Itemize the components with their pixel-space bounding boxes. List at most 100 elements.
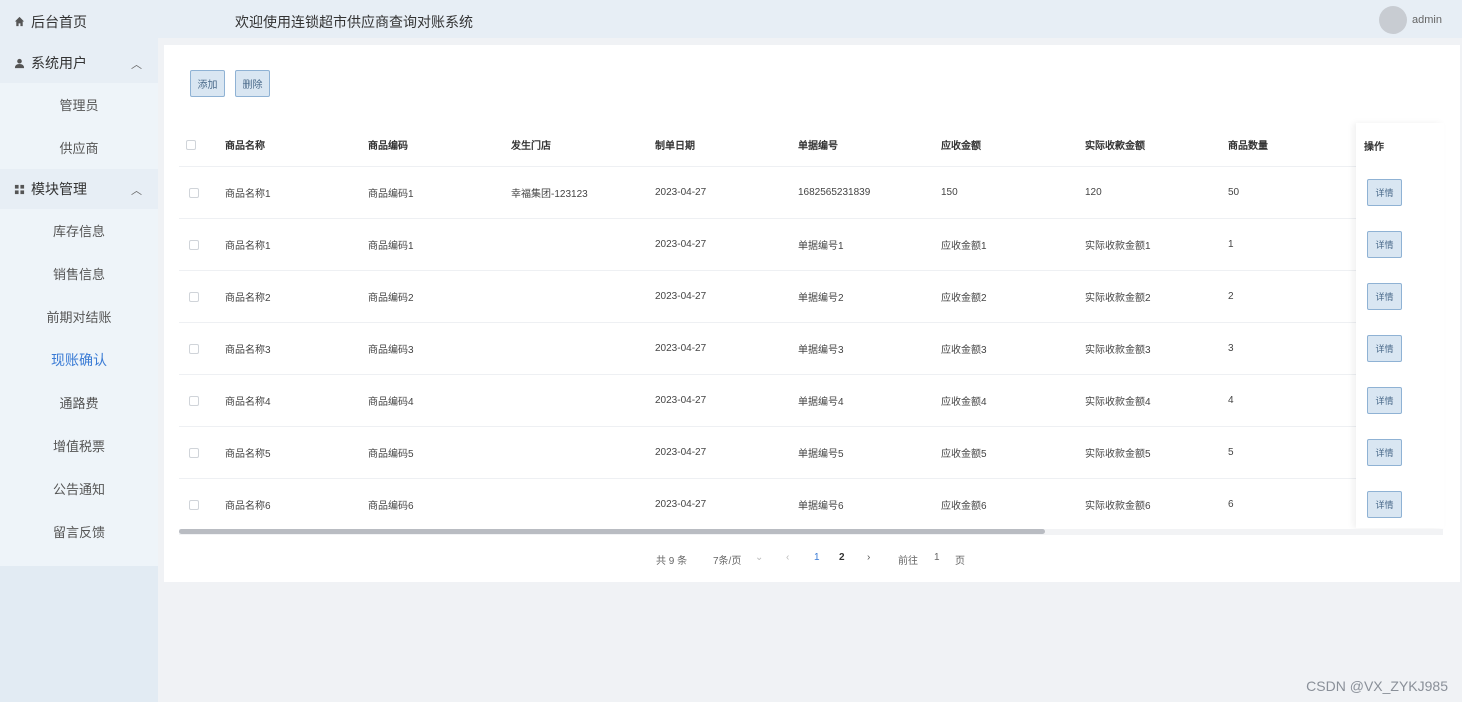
table-cell: 实际收款金额6 <box>1085 501 1151 512</box>
detail-button[interactable]: 详情 <box>1367 231 1402 258</box>
pagination-total: 共 9 条 <box>656 556 688 567</box>
goto-page-suffix: 页 <box>955 556 965 567</box>
sidebar-item-supplier[interactable]: 供应商 <box>0 126 158 169</box>
table-cell: 应收金额1 <box>941 241 987 252</box>
sidebar-group-system-users[interactable]: 系统用户 ︿ <box>0 43 158 83</box>
sidebar-item-vat-invoice[interactable]: 增值税票 <box>0 424 158 467</box>
main-card: 添加 删除 商品名称 商品编码 发生门店 制单日期 单据编号 应收金额 实际收款… <box>164 45 1460 582</box>
chevron-down-icon[interactable]: ⌄ <box>755 552 763 563</box>
user-icon <box>13 57 25 69</box>
row-checkbox[interactable] <box>189 271 199 322</box>
column-header[interactable]: 发生门店 <box>511 123 551 166</box>
table-cell: 应收金额4 <box>941 397 987 408</box>
column-header[interactable]: 商品数量 <box>1228 123 1268 166</box>
home-icon <box>13 16 25 28</box>
chevron-up-icon: ︿ <box>131 59 142 71</box>
pagination: 共 9 条 7条/页 ⌄ ‹ 1 2 › 前往 1 页 <box>164 550 1460 567</box>
row-checkbox[interactable] <box>189 167 199 218</box>
table-cell: 商品编码3 <box>368 345 414 356</box>
chevron-up-icon: ︿ <box>131 185 142 197</box>
actions-column: 操作 详情 详情 详情 详情 详情 详情 详情 <box>1356 123 1444 528</box>
table-cell: 应收金额3 <box>941 345 987 356</box>
table-cell: 2023-04-27 <box>655 291 707 302</box>
table-cell: 商品名称5 <box>225 449 271 460</box>
scrollbar-thumb[interactable] <box>179 529 1045 534</box>
row-checkbox[interactable] <box>189 375 199 426</box>
username[interactable]: admin <box>1412 14 1442 26</box>
row-checkbox[interactable] <box>189 323 199 374</box>
table-cell: 商品编码4 <box>368 397 414 408</box>
detail-button[interactable]: 详情 <box>1367 283 1402 310</box>
table-cell: 2023-04-27 <box>655 343 707 354</box>
sidebar-item-prior-settlement[interactable]: 前期对结账 <box>0 295 158 338</box>
delete-button[interactable]: 删除 <box>235 70 270 97</box>
detail-button[interactable]: 详情 <box>1367 439 1402 466</box>
table-cell: 商品编码5 <box>368 449 414 460</box>
horizontal-scrollbar[interactable] <box>179 529 1443 535</box>
page-number[interactable]: 2 <box>839 552 845 563</box>
column-header[interactable]: 单据编号 <box>798 123 838 166</box>
row-checkbox[interactable] <box>189 479 199 530</box>
table-cell: 商品编码6 <box>368 501 414 512</box>
goto-page-input[interactable]: 1 <box>934 552 940 563</box>
sidebar-item-channel-fee[interactable]: 通路费 <box>0 381 158 424</box>
table-cell: 实际收款金额3 <box>1085 345 1151 356</box>
sidebar-group-label: 系统用户 <box>31 55 87 71</box>
detail-button[interactable]: 详情 <box>1367 491 1402 518</box>
table-cell: 单据编号6 <box>798 501 844 512</box>
table-cell: 2023-04-27 <box>655 447 707 458</box>
sidebar-item-inventory[interactable]: 库存信息 <box>0 209 158 252</box>
sidebar-item-admin[interactable]: 管理员 <box>0 83 158 126</box>
prev-page-icon[interactable]: ‹ <box>786 552 789 563</box>
table-cell: 单据编号5 <box>798 449 844 460</box>
table-row: 商品名称3 商品编码3 2023-04-27 单据编号3 应收金额3 实际收款金额3 3 <box>179 323 1443 375</box>
table-row: 商品名称5 商品编码5 2023-04-27 单据编号5 应收金额5 实际收款金额5 5 <box>179 427 1443 479</box>
add-button[interactable]: 添加 <box>190 70 225 97</box>
detail-button[interactable]: 详情 <box>1367 179 1402 206</box>
table-cell: 商品名称1 <box>225 189 271 200</box>
column-header[interactable]: 商品编码 <box>368 123 408 166</box>
table-cell: 实际收款金额1 <box>1085 241 1151 252</box>
table-cell: 商品名称4 <box>225 397 271 408</box>
sidebar-item-feedback[interactable]: 留言反馈 <box>0 510 158 553</box>
sidebar-menu: 后台首页 系统用户 ︿ 管理员 供应商 模块管理 ︿ 库存信息 销售信息 前期对… <box>0 0 158 566</box>
table-cell: 2023-04-27 <box>655 239 707 250</box>
page-size-select[interactable]: 7条/页 <box>713 552 741 567</box>
row-checkbox[interactable] <box>189 427 199 478</box>
table-cell: 50 <box>1228 187 1240 198</box>
select-all-checkbox[interactable] <box>186 123 196 166</box>
table-cell: 应收金额2 <box>941 293 987 304</box>
goto-label: 前往 <box>898 556 918 567</box>
table-cell: 6 <box>1228 499 1234 510</box>
column-header[interactable]: 应收金额 <box>941 123 981 166</box>
sidebar-item-cash-confirm[interactable]: 现账确认 <box>0 338 158 381</box>
avatar[interactable] <box>1379 6 1407 34</box>
table-cell: 商品编码1 <box>368 241 414 252</box>
grid-icon <box>13 183 25 195</box>
table-cell: 商品名称1 <box>225 241 271 252</box>
detail-button[interactable]: 详情 <box>1367 335 1402 362</box>
detail-button[interactable]: 详情 <box>1367 387 1402 414</box>
table-cell: 实际收款金额2 <box>1085 293 1151 304</box>
table-cell: 单据编号2 <box>798 293 844 304</box>
table-cell: 1682565231839 <box>798 187 871 198</box>
row-checkbox[interactable] <box>189 219 199 270</box>
table-cell: 1 <box>1228 239 1234 250</box>
table-cell: 2023-04-27 <box>655 499 707 510</box>
sidebar-item-sales[interactable]: 销售信息 <box>0 252 158 295</box>
next-page-icon[interactable]: › <box>867 552 870 563</box>
top-header: 欢迎使用连锁超市供应商查询对账系统 admin <box>158 0 1462 38</box>
table-cell: 150 <box>941 187 958 198</box>
sidebar-home-label: 后台首页 <box>31 13 87 30</box>
column-header[interactable]: 商品名称 <box>225 123 265 166</box>
page-number[interactable]: 1 <box>814 552 820 563</box>
table-cell: 120 <box>1085 187 1102 198</box>
table-cell: 应收金额5 <box>941 449 987 460</box>
table-cell: 3 <box>1228 343 1234 354</box>
sidebar-home[interactable]: 后台首页 <box>0 0 158 43</box>
sidebar-item-announcements[interactable]: 公告通知 <box>0 467 158 510</box>
column-header[interactable]: 制单日期 <box>655 123 695 166</box>
table-cell: 商品编码1 <box>368 189 414 200</box>
sidebar-group-modules[interactable]: 模块管理 ︿ <box>0 169 158 209</box>
column-header[interactable]: 实际收款金额 <box>1085 123 1145 166</box>
